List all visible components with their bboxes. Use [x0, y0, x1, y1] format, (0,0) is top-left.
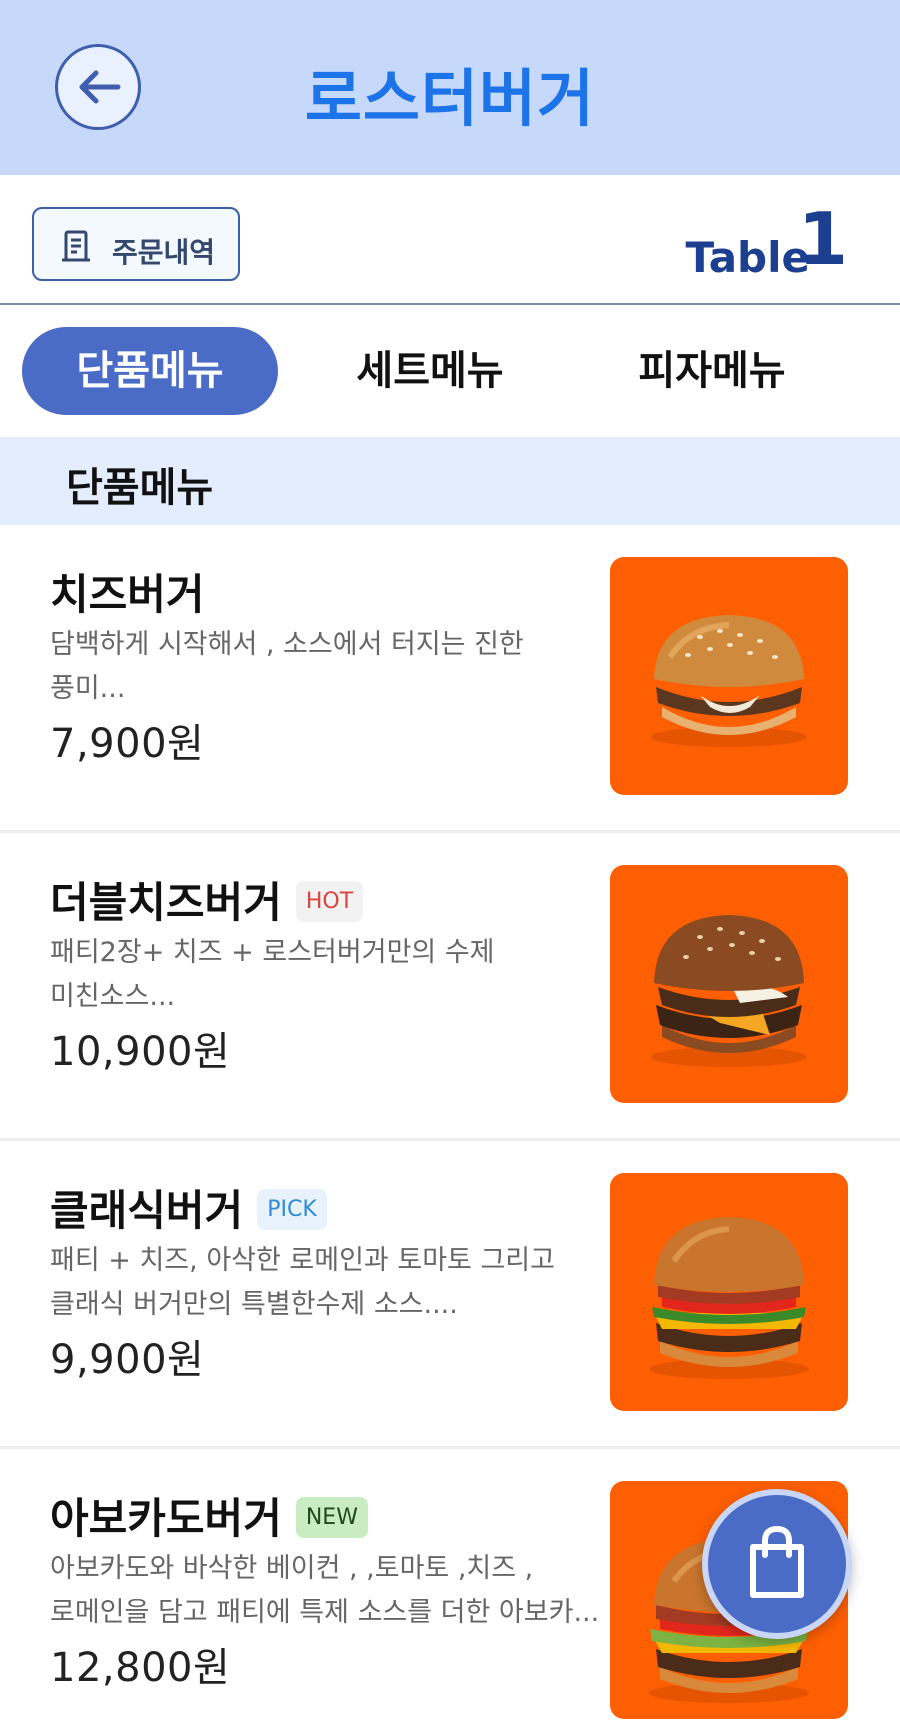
item-image: [610, 557, 848, 795]
item-price: 9,900원: [50, 1337, 205, 1383]
item-description: 패티2장+ 치즈 + 로스터버거만의 수제 미친소스...: [50, 937, 495, 1012]
new-badge: NEW: [295, 1497, 368, 1538]
burger-image: [651, 915, 807, 1067]
burger-image: [651, 615, 807, 747]
item-name: 아보카도버거 NEW: [50, 1485, 368, 1546]
item-description: 담백하게 시작해서 , 소스에서 터지는 진한 풍미...: [50, 629, 524, 704]
order-history-label: 주문내역: [112, 236, 216, 269]
receipt-icon: [62, 230, 90, 262]
burger-image: [649, 1217, 809, 1379]
item-name: 치즈버거: [50, 570, 205, 619]
tab-set-menu[interactable]: 세트메뉴: [310, 327, 550, 415]
shopping-bag-icon: [750, 1525, 804, 1598]
tab-pizza-menu[interactable]: 피자메뉴: [592, 327, 832, 415]
item-description: 아보카도와 바삭한 베이컨 , ,토마토 ,치즈 , 로메인을 담고 패티에 특…: [50, 1553, 600, 1628]
menu-item-double-cheeseburger[interactable]: 더블치즈버거 HOT 패티2장+ 치즈 + 로스터버거만의 수제 미친소스... …: [0, 833, 900, 1141]
tab-single-menu[interactable]: 단품메뉴: [22, 327, 278, 415]
hot-badge: HOT: [295, 881, 364, 922]
item-description: 패티 + 치즈, 아삭한 로메인과 토마토 그리고 클래식 버거만의 특별한수제…: [50, 1245, 555, 1320]
item-price: 12,800원: [50, 1645, 231, 1691]
menu-item-cheeseburger[interactable]: 치즈버거 담백하게 시작해서 , 소스에서 터지는 진한 풍미... 7,900…: [0, 525, 900, 833]
pick-badge: PICK: [257, 1189, 327, 1230]
item-image: [610, 1173, 848, 1411]
table-number: 1: [797, 197, 848, 281]
page-title: 로스터버거: [304, 62, 596, 135]
app-header: 로스터버거: [0, 0, 900, 175]
item-image: [610, 865, 848, 1103]
table-label: Table: [685, 233, 810, 282]
order-history-button[interactable]: 주문내역: [32, 207, 240, 281]
item-name: 더블치즈버거 HOT: [50, 869, 364, 930]
cart-button[interactable]: [702, 1489, 852, 1639]
item-name: 클래식버거 PICK: [50, 1177, 327, 1238]
section-header: 단품메뉴: [0, 437, 900, 525]
item-price: 7,900원: [50, 721, 205, 767]
item-price: 10,900원: [50, 1029, 231, 1075]
info-bar: 주문내역 Table 1: [0, 175, 900, 305]
section-title: 단품메뉴: [66, 465, 214, 511]
menu-item-classic-burger[interactable]: 클래식버거 PICK 패티 + 치즈, 아삭한 로메인과 토마토 그리고 클래식 …: [0, 1141, 900, 1449]
category-tabs: 단품메뉴 세트메뉴 피자메뉴: [0, 307, 900, 437]
